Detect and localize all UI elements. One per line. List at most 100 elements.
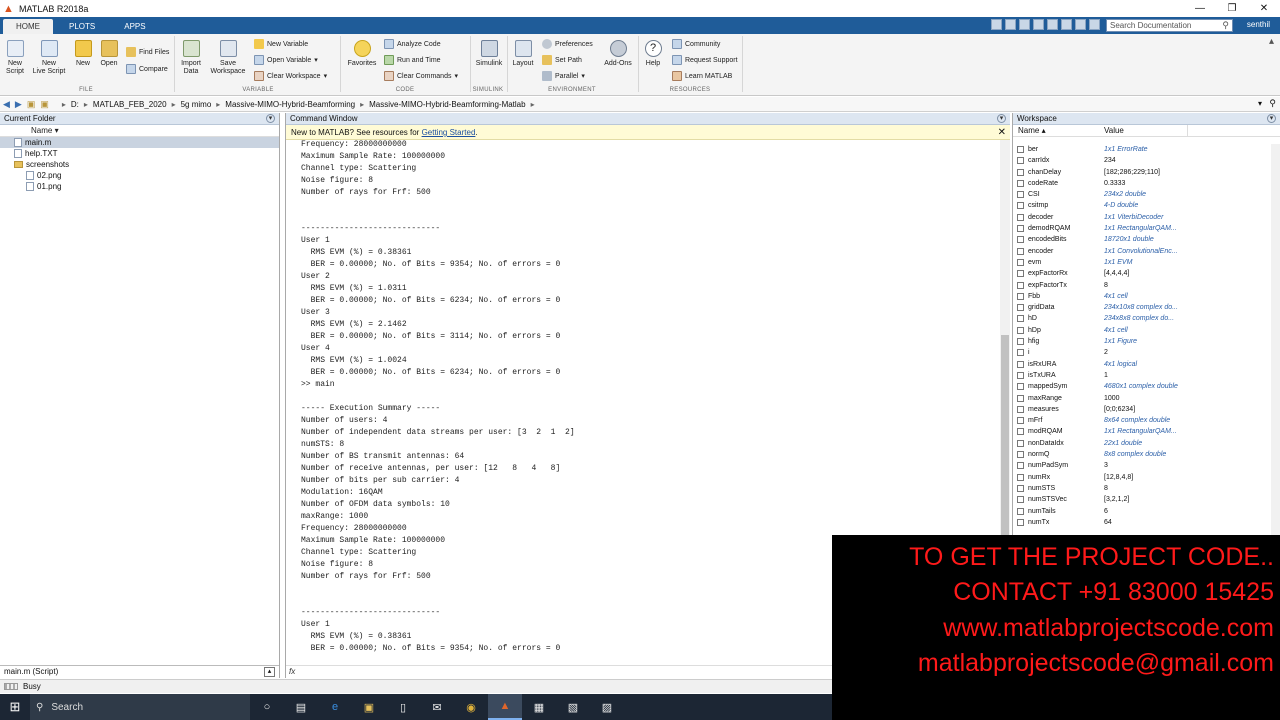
matlab-taskbar-icon[interactable]: ▲ bbox=[488, 694, 522, 720]
table-row[interactable]: codeRate 0.3333 bbox=[1013, 178, 1271, 189]
table-row[interactable]: evm 1x1 EVM bbox=[1013, 257, 1271, 268]
clear-commands-button[interactable]: Clear Commands ▾ bbox=[384, 71, 458, 81]
layout-button[interactable]: Layout bbox=[510, 40, 536, 68]
table-row[interactable]: maxRange 1000 bbox=[1013, 393, 1271, 404]
screenshot-tool-icon[interactable]: ▨ bbox=[590, 694, 624, 720]
table-row[interactable]: encodedBits 18720x1 double bbox=[1013, 234, 1271, 245]
set-path-button[interactable]: Set Path bbox=[542, 55, 582, 65]
search-documentation-input[interactable]: Search Documentation ⚲ bbox=[1106, 19, 1233, 32]
open-button[interactable]: Open bbox=[98, 40, 120, 68]
store-icon[interactable]: ▯ bbox=[386, 694, 420, 720]
clear-workspace-button[interactable]: Clear Workspace ▾ bbox=[254, 71, 327, 81]
list-item[interactable]: screenshots bbox=[0, 159, 279, 170]
table-row[interactable]: numSTSVec [3,2,1,2] bbox=[1013, 494, 1271, 505]
table-row[interactable]: numRx [12,8,4,8] bbox=[1013, 472, 1271, 483]
panel-actions-icon[interactable]: ▾ bbox=[1267, 114, 1276, 123]
path-dropdown-icon[interactable]: ▾ bbox=[1258, 99, 1262, 108]
table-row[interactable]: expFactorRx [4,4,4,4] bbox=[1013, 268, 1271, 279]
search-icon[interactable]: ⚲ bbox=[1222, 20, 1229, 31]
favorites-button[interactable]: Favorites bbox=[345, 40, 379, 68]
table-row[interactable]: hDp 4x1 cell bbox=[1013, 325, 1271, 336]
path-segment[interactable]: 5g mimo bbox=[177, 100, 216, 109]
path-segment[interactable]: D: bbox=[67, 100, 83, 109]
compare-button[interactable]: Compare bbox=[126, 64, 168, 74]
windows-start-icon[interactable]: ⊞ bbox=[0, 694, 30, 720]
table-row[interactable]: carrIdx 234 bbox=[1013, 155, 1271, 166]
table-row[interactable]: isTxURA 1 bbox=[1013, 370, 1271, 381]
table-row[interactable]: nonDataIdx 22x1 double bbox=[1013, 438, 1271, 449]
table-row[interactable]: chanDelay [182;286;229;110] bbox=[1013, 167, 1271, 178]
table-row[interactable]: decoder 1x1 ViterbiDecoder bbox=[1013, 212, 1271, 223]
task-view-icon[interactable]: ▤ bbox=[284, 694, 318, 720]
community-button[interactable]: Community bbox=[672, 39, 720, 49]
table-row[interactable]: Fbb 4x1 cell bbox=[1013, 291, 1271, 302]
new-script-button[interactable]: New Script bbox=[3, 40, 27, 76]
copy-icon[interactable] bbox=[1019, 19, 1030, 30]
fx-icon[interactable]: fx bbox=[289, 667, 295, 676]
tab-home[interactable]: HOME bbox=[3, 19, 53, 34]
search-folder-icon[interactable]: ⚲ bbox=[1269, 98, 1276, 109]
table-row[interactable]: numTails 6 bbox=[1013, 506, 1271, 517]
add-ons-button[interactable]: Add-Ons bbox=[602, 40, 634, 68]
notepad-icon[interactable]: ▦ bbox=[522, 694, 556, 720]
table-row[interactable]: encoder 1x1 ConvolutionalEnc... bbox=[1013, 246, 1271, 257]
list-item[interactable]: help.TXT bbox=[0, 148, 279, 159]
table-row[interactable]: mFrf 8x64 complex double bbox=[1013, 415, 1271, 426]
table-row[interactable]: numTx 64 bbox=[1013, 517, 1271, 528]
forward-arrow-icon[interactable]: ▶ bbox=[15, 99, 22, 110]
close-button[interactable]: ✕ bbox=[1248, 0, 1280, 17]
scrollbar-thumb[interactable] bbox=[1001, 335, 1009, 535]
user-name[interactable]: senthil bbox=[1247, 20, 1270, 29]
switch-windows-icon[interactable] bbox=[1075, 19, 1086, 30]
new-variable-button[interactable]: New Variable bbox=[254, 39, 308, 49]
new-live-script-button[interactable]: New Live Script bbox=[31, 40, 67, 76]
column-header-name[interactable]: Name ▴ bbox=[1018, 125, 1046, 137]
mail-icon[interactable]: ✉ bbox=[420, 694, 454, 720]
table-row[interactable]: i2 bbox=[1013, 347, 1271, 358]
taskbar-search[interactable]: ⚲ Search bbox=[30, 694, 250, 720]
table-row[interactable]: demodRQAM 1x1 RectangularQAM... bbox=[1013, 223, 1271, 234]
chrome-icon[interactable]: ◉ bbox=[454, 694, 488, 720]
table-row[interactable]: numSTS 8 bbox=[1013, 483, 1271, 494]
run-and-time-button[interactable]: Run and Time bbox=[384, 55, 441, 65]
open-variable-button[interactable]: Open Variable ▾ bbox=[254, 55, 318, 65]
save-workspace-button[interactable]: Save Workspace bbox=[206, 40, 250, 76]
collapse-ribbon-icon[interactable]: ▴ bbox=[1269, 36, 1274, 47]
table-row[interactable]: hfig 1x1 Figure bbox=[1013, 336, 1271, 347]
cut-icon[interactable] bbox=[1005, 19, 1016, 30]
tab-apps[interactable]: APPS bbox=[111, 19, 158, 34]
list-item[interactable]: 01.png bbox=[0, 181, 279, 192]
cortana-icon[interactable]: ○ bbox=[250, 694, 284, 720]
redo-icon[interactable] bbox=[1061, 19, 1072, 30]
column-header-name[interactable]: Name ▾ bbox=[0, 125, 279, 137]
close-notice-icon[interactable]: ✕ bbox=[998, 125, 1006, 140]
maximize-button[interactable]: ❐ bbox=[1216, 0, 1248, 17]
help-button[interactable]: ? Help bbox=[642, 40, 664, 68]
up-folder-icon[interactable]: ▣ bbox=[27, 99, 36, 110]
table-row[interactable]: expFactorTx 8 bbox=[1013, 280, 1271, 291]
list-item[interactable]: main.m bbox=[0, 137, 279, 148]
workspace-scrollbar[interactable] bbox=[1271, 144, 1280, 536]
table-row[interactable]: csitmp 4-D double bbox=[1013, 200, 1271, 211]
help-icon[interactable] bbox=[1089, 19, 1100, 30]
expand-details-icon[interactable]: ▴ bbox=[264, 667, 275, 677]
column-header-value[interactable]: Value bbox=[1104, 125, 1124, 137]
table-row[interactable]: mappedSym 4680x1 complex double bbox=[1013, 381, 1271, 392]
request-support-button[interactable]: Request Support bbox=[672, 55, 738, 65]
simulink-button[interactable]: Simulink bbox=[474, 40, 504, 68]
file-explorer-icon[interactable]: ▣ bbox=[352, 694, 386, 720]
table-row[interactable]: isRxURA 4x1 logical bbox=[1013, 359, 1271, 370]
save-icon[interactable] bbox=[991, 19, 1002, 30]
table-row[interactable]: measures [0;0;6234] bbox=[1013, 404, 1271, 415]
panel-actions-icon[interactable]: ▾ bbox=[997, 114, 1006, 123]
find-files-button[interactable]: Find Files bbox=[126, 47, 169, 57]
browse-folder-icon[interactable]: ▣ bbox=[40, 99, 49, 110]
tab-plots[interactable]: PLOTS bbox=[56, 19, 108, 34]
undo-icon[interactable] bbox=[1047, 19, 1058, 30]
paste-icon[interactable] bbox=[1033, 19, 1044, 30]
table-row[interactable]: CSI 234x2 double bbox=[1013, 189, 1271, 200]
list-item[interactable]: 02.png bbox=[0, 170, 279, 181]
app-icon[interactable]: ▧ bbox=[556, 694, 590, 720]
getting-started-link[interactable]: Getting Started bbox=[422, 128, 476, 137]
analyze-code-button[interactable]: Analyze Code bbox=[384, 39, 441, 49]
